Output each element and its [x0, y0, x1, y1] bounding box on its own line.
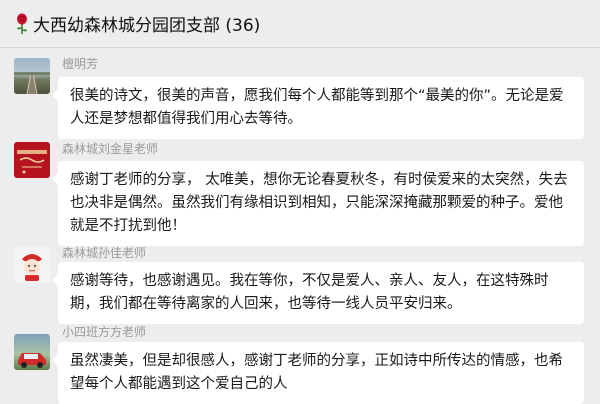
message-bubble[interactable]: 虽然凄美，但是却很感人，感谢丁老师的分享，正如诗中所传达的情感，也希望每个人都能…	[52, 342, 584, 404]
railway-photo-icon	[14, 72, 50, 94]
red-calligraphy-icon	[17, 150, 47, 174]
car-photo-icon	[18, 353, 46, 368]
chat-title: 大西幼森林城分园团支部 (36)	[33, 16, 261, 36]
message-bubble[interactable]: 很美的诗文，很美的声音，愿我们每个人都能等到那个“最美的你”。无论是爱人还是梦想…	[52, 77, 584, 139]
avatar[interactable]	[14, 247, 50, 283]
avatar[interactable]	[14, 334, 50, 370]
sender-name: 檀明芳	[62, 57, 99, 71]
avatar[interactable]	[14, 58, 50, 94]
sender-name: 森林城孙佳老师	[62, 246, 147, 260]
cartoon-icon	[22, 254, 42, 281]
message-bubble[interactable]: 感谢丁老师的分享， 太唯美，想你无论春夏秋冬，有时侯爱来的太突然，失去也决非是偶…	[52, 161, 584, 246]
message-bubble[interactable]: 感谢等待，也感谢遇见。我在等你，不仅是爱人、亲人、友人，在这特殊时期，我们都在等…	[52, 262, 584, 324]
avatar[interactable]	[14, 142, 50, 178]
rose-icon	[14, 13, 30, 35]
chat-header: 大西幼森林城分园团支部 (36)	[0, 0, 600, 48]
sender-name: 森林城刘金星老师	[62, 142, 159, 156]
sender-name: 小四班方方老师	[62, 325, 147, 339]
